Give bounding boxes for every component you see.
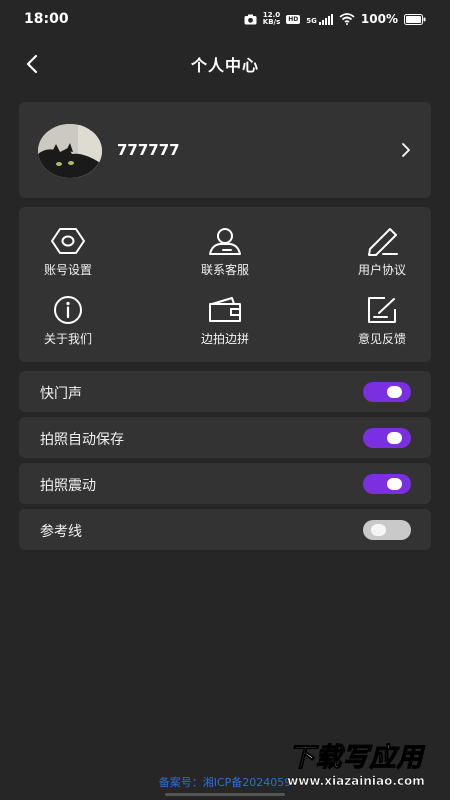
toggle-knob — [371, 524, 386, 536]
hexagon-settings-icon — [51, 228, 85, 254]
setting-label: 拍照自动保存 — [40, 432, 124, 448]
setting-label: 参考线 — [40, 524, 82, 540]
profile-card[interactable]: 777777 — [19, 102, 431, 198]
menu-item-shoot-and-stitch[interactable]: 边拍边拼 — [170, 295, 280, 355]
setting-grid-lines: 参考线 — [19, 509, 431, 550]
back-button[interactable] — [18, 50, 46, 78]
menu-item-user-agreement[interactable]: 用户协议 — [327, 226, 437, 286]
username: 777777 — [117, 141, 180, 159]
nav-bar: 个人中心 — [0, 42, 450, 86]
page-title: 个人中心 — [190, 56, 259, 75]
auto-save-toggle[interactable] — [363, 428, 411, 448]
signal-icon: 5G — [306, 13, 333, 25]
customer-service-icon — [209, 228, 241, 255]
pen-agreement-icon — [368, 228, 398, 256]
chevron-right-icon — [402, 143, 410, 157]
avatar[interactable] — [38, 124, 102, 178]
hd-badge: HD — [286, 14, 301, 24]
feedback-edit-icon — [368, 297, 396, 323]
status-bar: 18:00 12.0 KB/s HD 5G 100% — [0, 0, 450, 38]
setting-vibration: 拍照震动 — [19, 463, 431, 504]
wifi-icon — [339, 13, 355, 25]
toggle-knob — [387, 386, 402, 398]
watermark-title: 下载写应用 — [288, 742, 424, 773]
menu-grid: 账号设置 联系客服 用户协议 关于我们 边拍边拼 意见反馈 — [19, 207, 431, 362]
battery-icon — [404, 13, 426, 25]
grid-lines-toggle[interactable] — [363, 520, 411, 540]
menu-item-customer-service[interactable]: 联系客服 — [170, 226, 280, 286]
setting-label: 拍照震动 — [40, 478, 96, 494]
vibration-toggle[interactable] — [363, 474, 411, 494]
status-time: 18:00 — [24, 11, 69, 27]
battery-level: 100% — [360, 12, 398, 26]
network-speed: 12.0 KB/s — [262, 11, 281, 26]
menu-item-account-settings[interactable]: 账号设置 — [13, 226, 123, 286]
setting-label: 快门声 — [40, 386, 82, 402]
menu-item-feedback[interactable]: 意见反馈 — [327, 295, 437, 355]
shutter-sound-toggle[interactable] — [363, 382, 411, 402]
watermark-url: www.xiazainiao.com — [287, 773, 425, 788]
toggle-knob — [387, 478, 402, 490]
camera-icon — [244, 14, 257, 24]
toggle-knob — [387, 432, 402, 444]
home-indicator[interactable] — [165, 793, 285, 796]
wallet-icon — [209, 297, 241, 322]
watermark: 下载写应用 www.xiazainiao.com — [268, 738, 444, 788]
setting-shutter-sound: 快门声 — [19, 371, 431, 412]
menu-item-about-us[interactable]: 关于我们 — [13, 295, 123, 355]
info-icon — [54, 296, 82, 324]
chevron-left-icon — [26, 54, 38, 74]
status-icons: 12.0 KB/s HD 5G 100% — [244, 12, 426, 26]
setting-auto-save: 拍照自动保存 — [19, 417, 431, 458]
